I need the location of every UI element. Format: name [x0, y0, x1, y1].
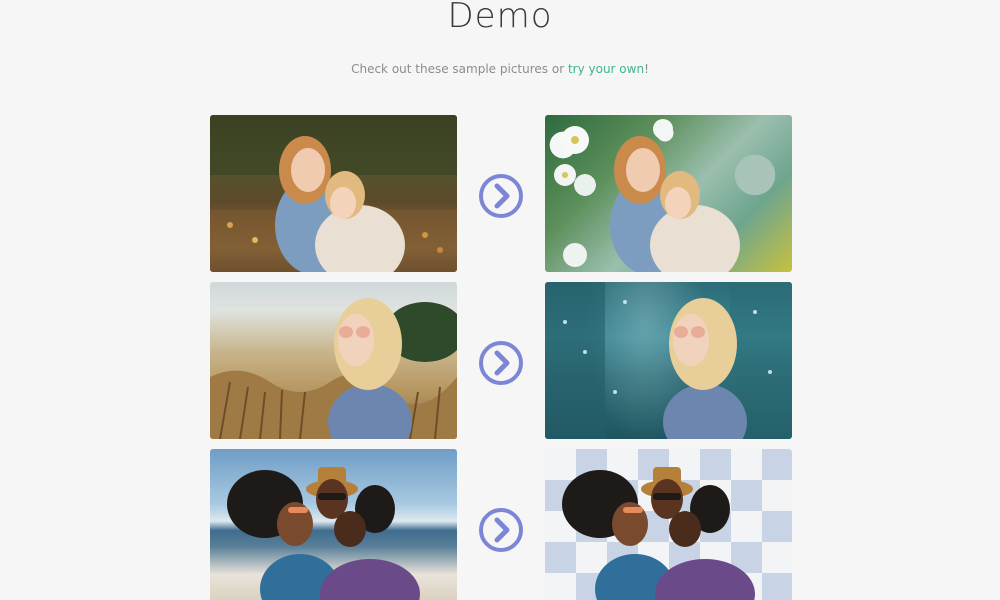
chevron-right-circle-icon[interactable]	[478, 340, 524, 386]
friends-transparent-scene	[562, 467, 755, 600]
chevron-right-circle-icon[interactable]	[478, 173, 524, 219]
subtitle: Check out these sample pictures or try y…	[0, 62, 1000, 76]
sample-3-original-image[interactable]	[210, 449, 457, 600]
sample-1-original-image[interactable]	[210, 115, 457, 272]
sample-row-3	[210, 449, 792, 600]
sample-row-1	[210, 115, 792, 272]
woman-rain-scene	[545, 282, 792, 439]
girls-flowers-scene	[554, 119, 740, 272]
try-your-own-link[interactable]: try your own	[568, 62, 644, 76]
sample-2-result-image[interactable]	[545, 282, 792, 439]
sample-row-2	[210, 282, 792, 439]
sample-2-original-image[interactable]	[210, 282, 457, 439]
chevron-right-circle-icon[interactable]	[478, 507, 524, 553]
sample-3-result-image[interactable]	[545, 449, 792, 600]
sample-1-result-image[interactable]	[545, 115, 792, 272]
demo-page: Demo Check out these sample pictures or …	[0, 0, 1000, 600]
girls-autumn-scene	[210, 115, 457, 272]
page-title: Demo	[447, 0, 553, 36]
subtitle-text: Check out these sample pictures or	[351, 62, 568, 76]
friends-beach-scene	[227, 467, 420, 600]
woman-wheat-scene	[210, 298, 457, 439]
subtitle-suffix: !	[644, 62, 649, 76]
